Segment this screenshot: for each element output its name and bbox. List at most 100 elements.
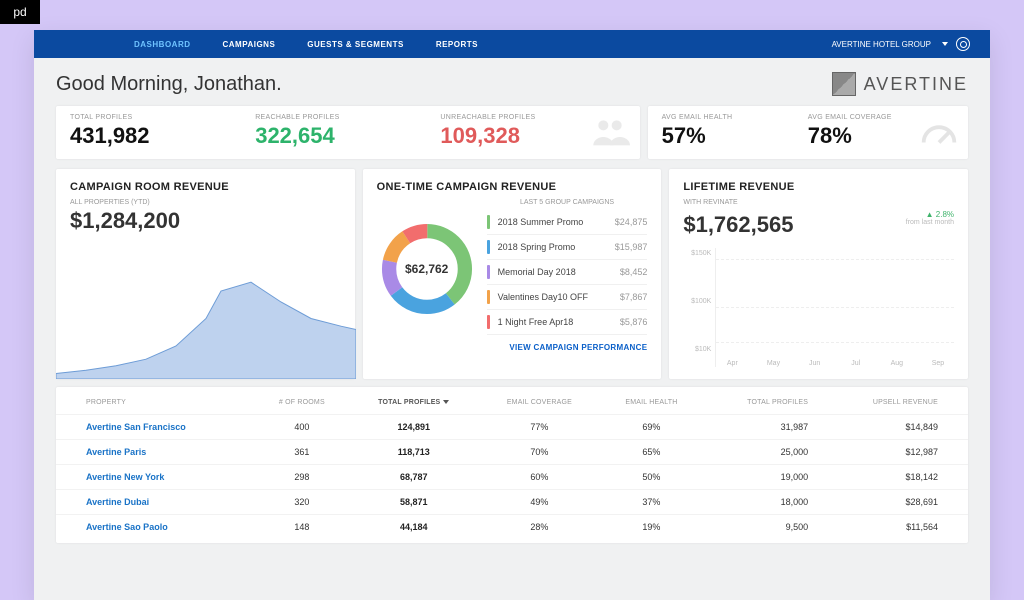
cell-total-profiles-2: 19,000 [703,465,818,490]
nav-dashboard[interactable]: DASHBOARD [134,40,191,49]
cell-rooms: 400 [255,415,349,440]
navbar: DASHBOARD CAMPAIGNS GUESTS & SEGMENTS RE… [34,30,990,58]
bar-x-label: Sep [932,360,944,367]
cell-total-profiles: 58,871 [349,490,479,515]
account-switcher[interactable]: AVERTINE HOTEL GROUP [832,37,970,51]
cell-rooms: 148 [255,515,349,540]
campaign-room-revenue-value: $1,284,200 [70,208,341,234]
page-greeting: Good Morning, Jonathan. [56,73,282,96]
nav-tabs: DASHBOARD CAMPAIGNS GUESTS & SEGMENTS RE… [134,40,478,49]
legend-name: Memorial Day 2018 [498,267,620,277]
cell-email-coverage: 49% [479,490,600,515]
campaign-room-revenue-panel: CAMPAIGN ROOM REVENUE ALL PROPERTIES (YT… [56,169,355,379]
table-row: Avertine Sao Paolo 148 44,184 28% 19% 9,… [56,515,968,540]
col-total-profiles[interactable]: TOTAL PROFILES [349,391,479,415]
cell-upsell: $28,691 [818,490,968,515]
kpi-reachable-profiles: 322,654 [255,123,440,149]
legend-swatch [487,265,490,279]
legend-value: $7,867 [620,292,648,302]
legend-item: 1 Night Free Apr18 $5,876 [487,310,648,335]
nav-guests-segments[interactable]: GUESTS & SEGMENTS [307,40,404,49]
legend-swatch [487,215,490,229]
col-property[interactable]: PROPERTY [56,391,255,415]
legend-item: 2018 Summer Promo $24,875 [487,210,648,235]
col-upsell-revenue[interactable]: UPSELL REVENUE [818,391,968,415]
legend-value: $24,875 [615,217,648,227]
cell-email-health: 19% [600,515,703,540]
bar-column: May [761,356,785,367]
property-link[interactable]: Avertine Sao Paolo [56,515,255,540]
kpi-label: AVG EMAIL HEALTH [662,114,808,121]
chevron-down-icon [942,42,948,46]
kpi-label: REACHABLE PROFILES [255,114,440,121]
col-email-health[interactable]: EMAIL HEALTH [600,391,703,415]
avertine-logo-icon [832,72,856,96]
legend-name: 1 Night Free Apr18 [498,317,620,327]
col-email-coverage[interactable]: EMAIL COVERAGE [479,391,600,415]
email-kpi-card: AVG EMAIL HEALTH 57% AVG EMAIL COVERAGE … [648,106,968,159]
table-row: Avertine Paris 361 118,713 70% 65% 25,00… [56,440,968,465]
panel-title: ONE-TIME CAMPAIGN REVENUE [377,181,648,193]
legend-swatch [487,240,490,254]
legend-swatch [487,315,490,329]
lifetime-revenue-value: $1,762,565 [683,212,793,238]
bar-column: Aug [885,356,909,367]
cell-upsell: $18,142 [818,465,968,490]
cell-email-health: 37% [600,490,703,515]
col-rooms[interactable]: # OF ROOMS [255,391,349,415]
property-link[interactable]: Avertine New York [56,465,255,490]
account-name: AVERTINE HOTEL GROUP [832,40,931,49]
gauge-icon [916,108,962,154]
col-total-profiles-2[interactable]: TOTAL PROFILES [703,391,818,415]
bar-column: Jul [844,356,868,367]
cell-total-profiles-2: 18,000 [703,490,818,515]
cell-rooms: 320 [255,490,349,515]
cell-email-health: 65% [600,440,703,465]
bar-x-label: May [767,360,780,367]
sort-desc-icon [443,400,449,404]
legend-swatch [487,290,490,304]
cell-total-profiles: 44,184 [349,515,479,540]
cell-upsell: $11,564 [818,515,968,540]
panel-subtitle: WITH REVINATE [683,199,954,206]
bar-x-label: Aug [891,360,903,367]
cell-email-health: 69% [600,415,703,440]
bar-column: Apr [720,356,744,367]
legend-title: LAST 5 GROUP CAMPAIGNS [487,199,648,206]
legend-value: $8,452 [620,267,648,277]
property-link[interactable]: Avertine Dubai [56,490,255,515]
cell-total-profiles: 118,713 [349,440,479,465]
panel-title: CAMPAIGN ROOM REVENUE [70,181,341,193]
kpi-email-health: 57% [662,123,808,149]
lifetime-delta: ▲ 2.8% [906,210,954,219]
legend-name: 2018 Summer Promo [498,217,615,227]
one-time-campaign-panel: ONE-TIME CAMPAIGN REVENUE $62,762 LAST 5… [363,169,662,379]
cell-total-profiles-2: 9,500 [703,515,818,540]
lifetime-revenue-panel: LIFETIME REVENUE WITH REVINATE $1,762,56… [669,169,968,379]
property-link[interactable]: Avertine Paris [56,440,255,465]
cell-total-profiles-2: 31,987 [703,415,818,440]
lifetime-delta-note: from last month [906,219,954,226]
kpi-label: TOTAL PROFILES [70,114,255,121]
nav-campaigns[interactable]: CAMPAIGNS [223,40,276,49]
donut-center-value: $62,762 [377,219,477,319]
cell-email-coverage: 60% [479,465,600,490]
table-row: Avertine Dubai 320 58,871 49% 37% 18,000… [56,490,968,515]
legend-name: Valentines Day10 OFF [498,292,620,302]
nav-reports[interactable]: REPORTS [436,40,478,49]
cell-email-coverage: 70% [479,440,600,465]
view-campaign-performance-link[interactable]: VIEW CAMPAIGN PERFORMANCE [377,343,648,352]
cell-upsell: $14,849 [818,415,968,440]
property-link[interactable]: Avertine San Francisco [56,415,255,440]
cell-email-health: 50% [600,465,703,490]
kpi-total-profiles: 431,982 [70,123,255,149]
people-icon [590,112,630,152]
legend-item: Valentines Day10 OFF $7,867 [487,285,648,310]
cell-total-profiles-2: 25,000 [703,440,818,465]
bar-chart: $150K$100K$10K AprMayJunJulAugSep [683,248,954,367]
cell-total-profiles: 68,787 [349,465,479,490]
profiles-kpi-card: TOTAL PROFILES 431,982 REACHABLE PROFILE… [56,106,640,159]
bar-x-label: Jul [851,360,860,367]
legend-item: 2018 Spring Promo $15,987 [487,235,648,260]
legend-value: $5,876 [620,317,648,327]
